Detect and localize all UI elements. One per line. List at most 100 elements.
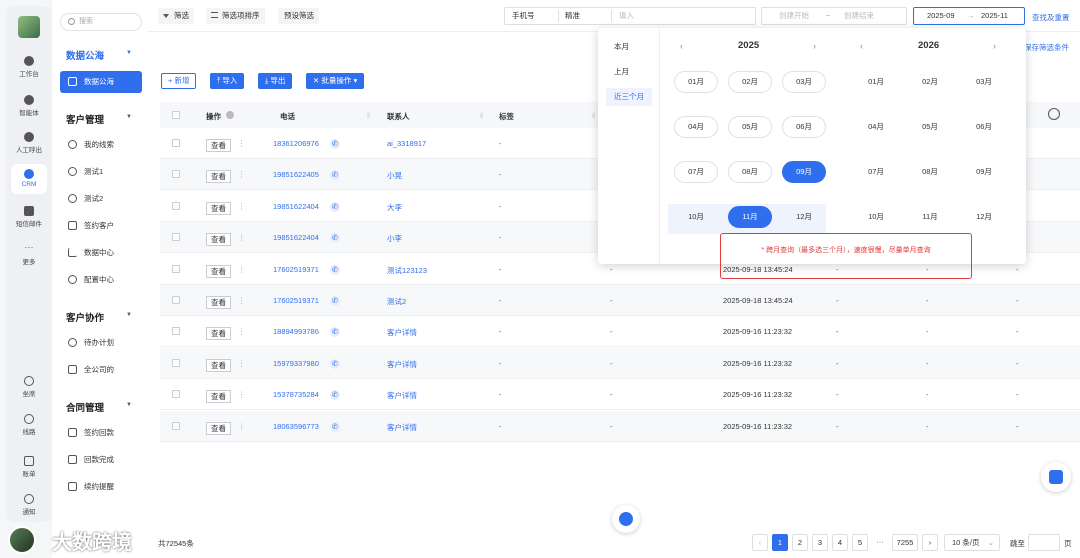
select-all-checkbox[interactable] <box>172 111 180 119</box>
month-2026-8[interactable]: 08月 <box>908 161 952 183</box>
phone-icon[interactable]: ✆ <box>330 390 340 401</box>
month-2025-5[interactable]: 05月 <box>728 116 772 138</box>
phone-link[interactable]: 17602519371 <box>273 296 319 305</box>
month-2025-7[interactable]: 07月 <box>674 161 718 183</box>
phone-link[interactable]: 18063596773 <box>273 422 319 431</box>
view-button[interactable]: 查看 <box>206 421 231 435</box>
contact-link[interactable]: 客户详情 <box>387 359 417 370</box>
column-resizer[interactable]: ‖ <box>592 111 595 120</box>
month-2026-9[interactable]: 09月 <box>962 161 1006 183</box>
menu-item-payment[interactable]: 签约回款 <box>60 422 142 444</box>
phone-icon[interactable]: ✆ <box>330 264 340 275</box>
phone-link[interactable]: 19851622405 <box>273 170 319 179</box>
rail-call-out[interactable]: 人工呼出 <box>6 132 52 154</box>
row-checkbox[interactable] <box>172 327 180 336</box>
month-2025-6[interactable]: 06月 <box>782 116 826 138</box>
month-2025-9[interactable]: 09月 <box>782 161 826 183</box>
contact-link[interactable]: 测试2 <box>387 296 406 307</box>
row-checkbox[interactable] <box>172 296 180 304</box>
month-2026-12[interactable]: 12月 <box>962 206 1006 228</box>
prev-page-button[interactable]: ‹ <box>752 534 768 551</box>
menu-item-renewal[interactable]: 续约提醒 <box>60 476 142 498</box>
menu-item-test2[interactable]: 测试2 <box>60 188 142 210</box>
month-2026-7[interactable]: 07月 <box>854 161 898 183</box>
view-button[interactable]: 查看 <box>206 201 231 215</box>
row-checkbox[interactable] <box>172 170 180 179</box>
page-last[interactable]: 7255 <box>892 534 918 551</box>
page-size-select[interactable]: 10 条/页 ⌄ <box>944 534 1000 551</box>
menu-group-customer[interactable]: 客户管理 ▼ <box>66 112 132 126</box>
month-2026-10[interactable]: 10月 <box>854 206 898 228</box>
next-year-icon[interactable]: › <box>993 41 996 51</box>
view-button[interactable]: 查看 <box>206 296 231 309</box>
match-select[interactable]: 精准 <box>565 8 580 24</box>
rail-crm[interactable]: CRM <box>11 164 47 194</box>
page-5[interactable]: 5 <box>852 534 868 551</box>
phone-link[interactable]: 18361206976 <box>273 139 319 148</box>
prev-year-icon[interactable]: ‹ <box>680 41 683 51</box>
month-2026-1[interactable]: 01月 <box>854 71 898 93</box>
save-filter-link[interactable]: 保存筛选条件 <box>1024 42 1069 53</box>
phone-link[interactable]: 17602519371 <box>273 265 319 274</box>
preset-this-month[interactable]: 本月 <box>606 38 652 56</box>
phone-icon[interactable]: ✆ <box>330 421 340 432</box>
search-reset-link[interactable]: 查找及重置 <box>1032 12 1070 23</box>
more-icon[interactable]: ⋮ <box>238 265 246 274</box>
goto-input[interactable] <box>1028 534 1060 551</box>
month-2025-11[interactable]: 11月 <box>728 206 772 228</box>
menu-item-data-pool[interactable]: 数据公海 <box>60 71 142 93</box>
phone-icon[interactable]: ✆ <box>330 201 340 212</box>
month-2026-11[interactable]: 11月 <box>908 206 952 228</box>
contact-link[interactable]: 大李 <box>387 202 402 213</box>
month-2026-5[interactable]: 05月 <box>908 116 952 138</box>
contact-link[interactable]: 测试123123 <box>387 265 427 276</box>
more-icon[interactable]: ⋮ <box>238 202 246 211</box>
view-button[interactable]: 查看 <box>206 358 231 372</box>
phone-link[interactable]: 15979337980 <box>273 359 319 368</box>
phone-icon[interactable]: ✆ <box>330 296 340 306</box>
rail-bill[interactable]: 账单 <box>6 456 52 478</box>
phone-icon[interactable]: ✆ <box>330 170 340 181</box>
month-2025-4[interactable]: 04月 <box>674 116 718 138</box>
contact-link[interactable]: ai_3318917 <box>387 139 426 148</box>
prev-year-icon[interactable]: ‹ <box>860 41 863 51</box>
batch-button[interactable]: ✕ 批量操作 ▾ <box>306 73 365 89</box>
menu-group-data-pool[interactable]: 数据公海 ▼ <box>66 48 132 62</box>
phone-icon[interactable]: ✆ <box>330 358 340 369</box>
rail-workbench[interactable]: 工作台 <box>6 56 52 78</box>
view-button[interactable]: 查看 <box>206 139 231 152</box>
contact-link[interactable]: 客户详情 <box>387 390 417 401</box>
next-year-icon[interactable]: › <box>813 41 816 51</box>
menu-item-signed[interactable]: 签约客户 <box>60 215 142 237</box>
page-3[interactable]: 3 <box>812 534 828 551</box>
month-2025-2[interactable]: 02月 <box>728 71 772 93</box>
row-checkbox[interactable] <box>172 233 180 242</box>
rail-line[interactable]: 线路 <box>6 414 52 436</box>
value-input[interactable]: 填入 <box>619 8 634 24</box>
menu-search-input[interactable]: 搜索 <box>60 13 142 31</box>
month-2026-2[interactable]: 02月 <box>908 71 952 93</box>
month-2026-3[interactable]: 03月 <box>962 71 1006 93</box>
page-2[interactable]: 2 <box>792 534 808 551</box>
field-select[interactable]: 手机号 <box>512 8 535 24</box>
rail-notify[interactable]: 通知 <box>6 494 52 516</box>
rail-message[interactable]: 短信邮件 <box>6 206 52 228</box>
menu-item-test1[interactable]: 测试1 <box>60 161 142 183</box>
menu-item-company[interactable]: 全公司的 <box>60 359 142 381</box>
preset-button[interactable]: 预设筛选 <box>278 8 319 24</box>
rail-headset[interactable]: 坐席 <box>6 376 52 398</box>
phone-link[interactable]: 15378735284 <box>273 390 319 399</box>
column-resizer[interactable]: ‖ <box>480 111 483 120</box>
gear-icon[interactable] <box>1048 108 1060 120</box>
view-button[interactable]: 查看 <box>206 233 231 247</box>
menu-group-contract[interactable]: 合同管理 ▼ <box>66 400 132 414</box>
more-icon[interactable]: ⋮ <box>238 390 246 399</box>
month-2025-12[interactable]: 12月 <box>782 206 826 228</box>
more-icon[interactable]: ⋮ <box>238 233 246 242</box>
view-button[interactable]: 查看 <box>206 327 231 341</box>
month-2025-1[interactable]: 01月 <box>674 71 718 93</box>
contact-link[interactable]: 小李 <box>387 233 402 244</box>
import-button[interactable]: ⤒ 导入 <box>210 73 245 89</box>
more-icon[interactable]: ⋮ <box>238 296 246 305</box>
month-2026-4[interactable]: 04月 <box>854 116 898 138</box>
